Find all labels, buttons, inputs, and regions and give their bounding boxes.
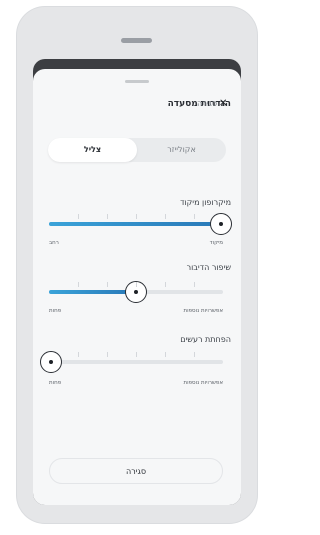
slider-track-speech[interactable] [49,281,223,303]
slider-max-label-focus-mic: מיקוד [209,240,223,246]
close-icon[interactable]: ✕ [219,98,227,108]
slider-tick [194,352,195,357]
slider-tick [165,352,166,357]
close-link[interactable]: ✕ סגירה [197,98,227,108]
slider-tick [78,214,79,219]
slider-fill [49,222,221,226]
thumb-dot [219,222,223,226]
close-link-label: סגירה [197,99,218,108]
slider-tick [194,214,195,219]
mode-segmented-control: צליל אקולייזר [48,138,226,162]
slider-tick [165,282,166,287]
close-button[interactable]: סגירה [49,458,223,484]
slider-tick [78,352,79,357]
thumb-dot [134,290,138,294]
slider-tick [107,282,108,287]
slider-max-label-noise: אפשרויות נוספות [183,380,223,386]
slider-tick [194,282,195,287]
slider-tick [136,214,137,219]
tab-equalizer[interactable]: אקולייזר [137,138,226,162]
settings-sheet: הגדרות מסעדה ✕ סגירה צליל אקולייזר מיקרו… [33,69,241,505]
slider-tick [165,214,166,219]
slider-title-noise: הפחתת רעשים [180,335,231,344]
slider-max-label-speech: אפשרויות נוספות [183,308,223,314]
slider-min-label-focus-mic: רחב [49,240,59,246]
slider-title-speech: שיפור הדיבור [186,263,231,272]
slider-tick [78,282,79,287]
sheet-grabber[interactable] [125,80,149,83]
slider-tick [136,352,137,357]
slider-tick [107,214,108,219]
phone-notch [121,38,152,43]
slider-track-focus-mic[interactable] [49,213,232,235]
thumb-dot [49,360,53,364]
slider-tick [107,352,108,357]
slider-min-label-noise: פחות [49,380,62,386]
slider-title-focus-mic: מיקרופון מיקוד [180,198,231,207]
slider-thumb-focus-mic[interactable] [210,213,232,235]
slider-thumb-noise[interactable] [40,351,62,373]
slider-tick [136,282,137,287]
tab-sound[interactable]: צליל [48,138,137,162]
slider-track-noise[interactable] [40,351,223,373]
slider-fill [49,290,136,294]
slider-min-label-speech: פחות [49,308,62,314]
